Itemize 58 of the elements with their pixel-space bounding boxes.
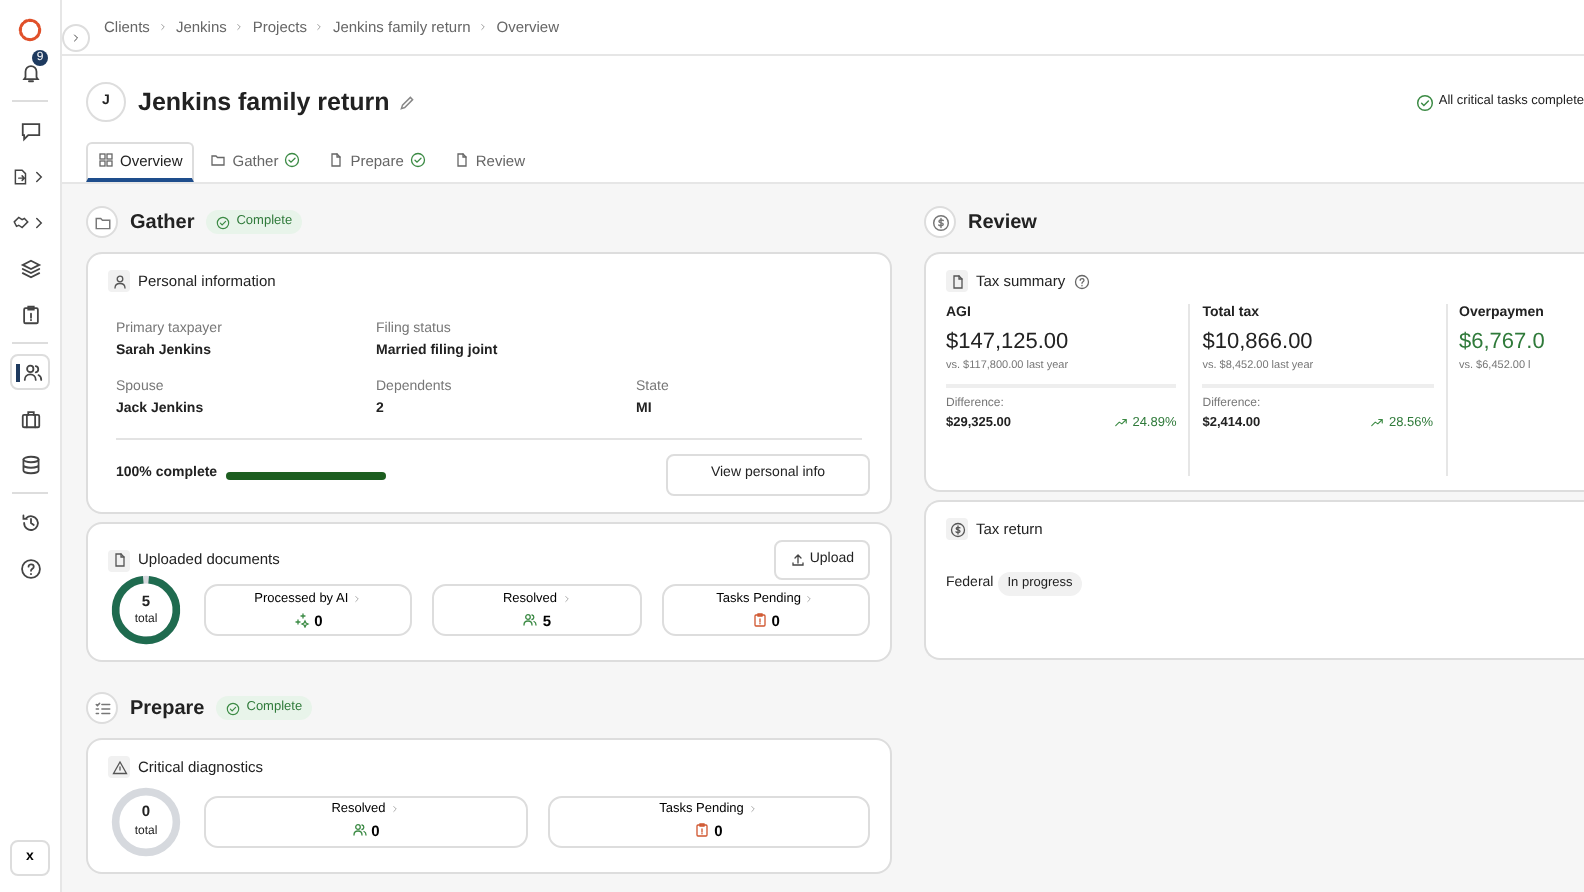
clipboard-icon <box>694 822 711 839</box>
check-circle-icon <box>226 701 241 716</box>
progress-ring <box>111 786 181 856</box>
folder-icon <box>86 206 118 238</box>
chevron-icon <box>157 22 168 32</box>
history-icon <box>19 511 41 533</box>
chat-icon <box>19 119 41 141</box>
chevron-icon <box>478 22 489 32</box>
page-title: Jenkins family return <box>138 85 390 120</box>
document-icon <box>946 270 968 293</box>
metric-amount: $6,767.0 <box>1459 327 1547 358</box>
chevron-icon <box>561 594 572 605</box>
database-icon <box>19 453 41 475</box>
chevron-icon <box>70 32 82 44</box>
chevron-icon <box>804 594 815 605</box>
upload-icon <box>789 552 806 568</box>
edit-icon[interactable] <box>397 93 416 111</box>
chevron-icon <box>314 22 325 32</box>
people-icon <box>351 822 368 839</box>
person-icon <box>108 270 130 293</box>
help-icon <box>1073 273 1090 290</box>
dollar-icon <box>946 518 968 541</box>
clipboard-icon <box>19 303 41 325</box>
handshake-icon <box>12 211 30 233</box>
document-icon <box>108 549 130 571</box>
checklist-icon <box>86 692 118 725</box>
chevron-icon <box>352 594 363 605</box>
trend-up-icon <box>1370 415 1385 430</box>
warning-icon <box>108 756 130 779</box>
check-circle-icon <box>1416 93 1435 111</box>
section-title: Gather <box>130 209 195 237</box>
chevron-icon <box>747 804 758 815</box>
document-icon <box>328 152 345 169</box>
folder-icon <box>210 152 227 169</box>
bell-icon <box>19 61 41 83</box>
people-icon <box>21 361 44 383</box>
section-title: Prepare <box>130 695 205 724</box>
check-circle-icon <box>409 152 426 169</box>
help-icon <box>19 557 41 579</box>
chevron-icon <box>389 804 400 815</box>
check-circle-icon <box>284 152 301 169</box>
metric-amount: $147,125.00 <box>946 327 1071 358</box>
grid-icon <box>98 152 114 169</box>
trend-up-icon <box>1114 415 1129 430</box>
briefcase-icon <box>19 407 41 429</box>
section-title: Review <box>968 209 1037 237</box>
clipboard-icon <box>751 612 768 629</box>
sparkle-icon <box>294 612 311 629</box>
sidebar-item[interactable] <box>10 354 50 390</box>
logo-icon <box>16 16 44 44</box>
chevron-icon <box>234 22 245 32</box>
document-icon <box>453 152 470 169</box>
check-circle-icon <box>216 215 231 229</box>
metric-amount: $10,866.00 <box>1202 327 1315 358</box>
document-arrow-icon <box>12 165 30 187</box>
dollar-icon <box>924 206 956 238</box>
people-icon <box>522 612 539 629</box>
layers-icon <box>19 257 41 279</box>
